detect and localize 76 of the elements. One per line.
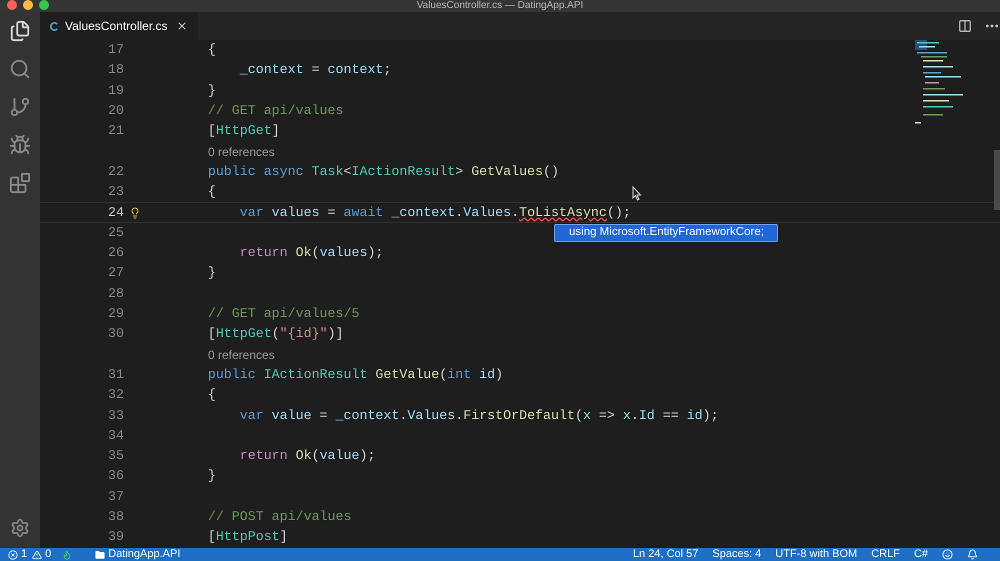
line-number: 33	[107, 406, 125, 425]
smiley-icon[interactable]	[942, 549, 953, 560]
minimize-window-button[interactable]	[23, 0, 33, 10]
code-line: [HttpPost]	[206, 528, 288, 546]
line-number: 20	[107, 102, 125, 120]
code-line: // GET api/values	[206, 102, 344, 120]
code-line: return Ok(values);	[238, 244, 384, 262]
line-number: 34	[107, 426, 125, 445]
error-icon[interactable]	[8, 550, 18, 560]
line-ending[interactable]: CRLF	[871, 548, 900, 561]
line-number: 36	[107, 467, 125, 486]
line-number: 26	[107, 244, 125, 262]
line-number: 30	[107, 325, 125, 344]
line-number: 28	[107, 284, 125, 303]
line-number: 24	[107, 204, 125, 222]
error-count[interactable]: 1	[21, 548, 28, 561]
code-line: public IActionResult GetValue(int id)	[206, 366, 504, 384]
line-number: 22	[107, 162, 125, 181]
encoding[interactable]: UTF-8 with BOM	[775, 548, 858, 561]
code-line: public async Task<IActionResult> GetValues()	[206, 162, 559, 181]
line-number: 39	[107, 528, 125, 546]
line-number: 37	[107, 488, 125, 506]
scrollbar-thumb[interactable]	[994, 150, 1000, 210]
files-icon[interactable]	[9, 20, 31, 42]
code-line: }	[206, 264, 216, 282]
code-line: {	[206, 183, 216, 202]
code-line: {	[206, 386, 216, 404]
split-editor-icon[interactable]	[958, 19, 972, 33]
line-number: 17	[107, 41, 125, 60]
line-number: 21	[107, 122, 125, 140]
code-line: _context = context;	[238, 61, 392, 80]
code-line: [HttpGet]	[206, 122, 280, 140]
code-line: var values = await _context.Values.ToListAsync();	[238, 204, 631, 222]
code-line: // GET api/values/5	[206, 305, 360, 324]
code-line: return Ok(value);	[238, 447, 376, 466]
code-lens[interactable]: 0 references	[208, 142, 275, 161]
search-icon[interactable]	[9, 58, 31, 80]
code-line: var value = _context.Values.FirstOrDefault(x => x.Id == id);	[238, 406, 719, 425]
extensions-icon[interactable]	[9, 172, 31, 194]
line-number: 23	[107, 183, 125, 202]
language-mode[interactable]: C#	[914, 548, 928, 561]
lightbulb-icon[interactable]	[129, 206, 141, 219]
flame-icon[interactable]	[62, 550, 72, 560]
line-number: 25	[107, 224, 125, 242]
branch-icon[interactable]	[9, 96, 31, 118]
line-number: 19	[107, 82, 125, 100]
cursor-position[interactable]: Ln 24, Col 57	[632, 548, 698, 561]
bell-icon[interactable]	[967, 549, 978, 560]
folder-name[interactable]: DatingApp.API	[108, 548, 180, 561]
quick-fix-menu[interactable]: using Microsoft.EntityFrameworkCore;	[554, 224, 778, 242]
mouse-pointer-icon	[632, 186, 642, 201]
close-icon[interactable]	[176, 20, 188, 32]
line-number: 32	[107, 386, 125, 404]
warning-count[interactable]: 0	[45, 548, 52, 561]
folder-icon	[95, 550, 106, 560]
code-line: }	[206, 82, 216, 100]
line-number: 38	[107, 508, 125, 526]
zoom-window-button[interactable]	[39, 0, 49, 10]
window-title: ValuesController.cs — DatingApp.API	[416, 0, 584, 12]
editor-tab[interactable]: ValuesController.cs	[40, 12, 198, 40]
indentation[interactable]: Spaces: 4	[712, 548, 762, 561]
line-number: 29	[107, 305, 125, 324]
line-number: 18	[107, 61, 125, 80]
warning-icon[interactable]	[32, 550, 42, 560]
file-type-icon	[50, 22, 59, 30]
code-line: [HttpGet("{id}")]	[206, 325, 344, 344]
code-line: }	[206, 467, 216, 486]
line-number: 27	[107, 264, 125, 282]
line-number: 31	[107, 366, 125, 384]
code-line: // POST api/values	[206, 508, 352, 526]
code-line: {	[206, 41, 216, 60]
bug-icon[interactable]	[9, 134, 31, 156]
code-lens[interactable]: 0 references	[208, 346, 275, 364]
close-window-button[interactable]	[7, 0, 17, 10]
line-number: 35	[107, 447, 125, 466]
settings-icon[interactable]	[10, 518, 30, 538]
